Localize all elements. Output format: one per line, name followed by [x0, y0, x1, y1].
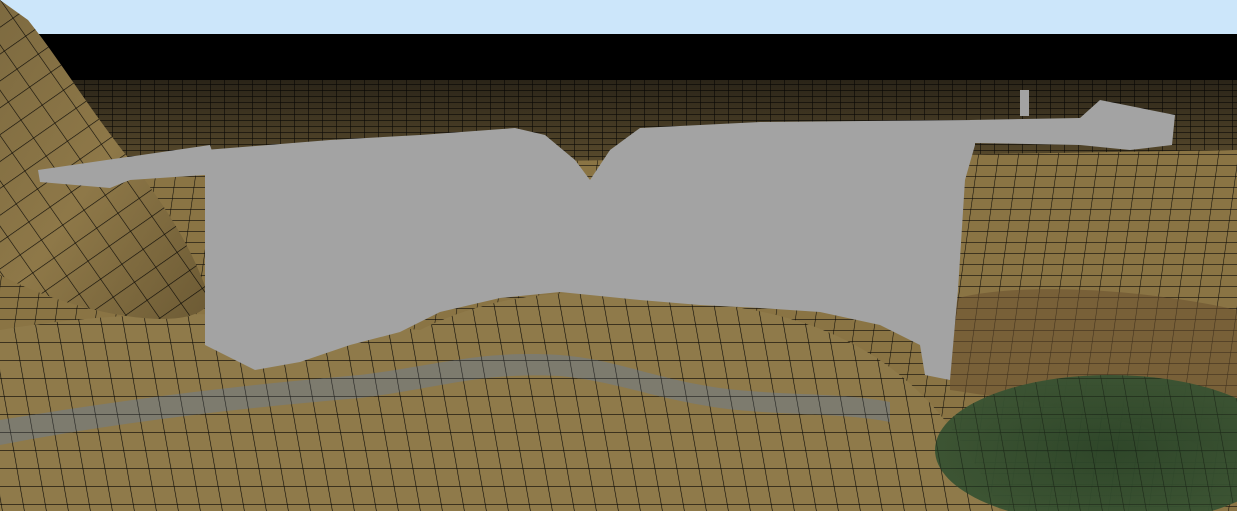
terrain-scene[interactable] — [0, 0, 1237, 511]
sky — [0, 0, 1237, 36]
game-viewport[interactable] — [0, 0, 1237, 511]
